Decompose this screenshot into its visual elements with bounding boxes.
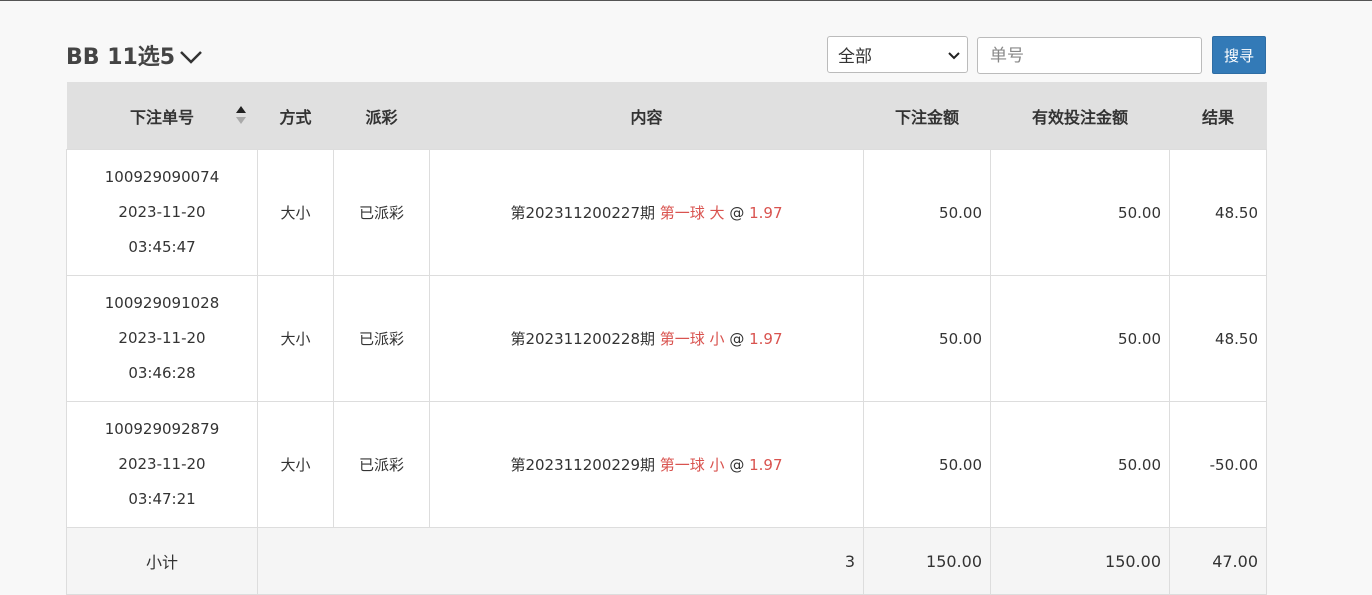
order-number: 100929091028 bbox=[104, 294, 220, 312]
selection-text: 第一球 小 bbox=[659, 456, 725, 474]
bet-amount-cell: 50.00 bbox=[863, 275, 991, 402]
subtotal-count: 3 bbox=[257, 527, 864, 595]
column-header-order-no[interactable]: 下注单号 bbox=[66, 82, 258, 150]
period-text: 第202311200228期 bbox=[510, 330, 655, 348]
content-cell: 第202311200229期 第一球 小 @ 1.97 bbox=[429, 401, 864, 528]
bet-amount-cell: 50.00 bbox=[863, 149, 991, 276]
column-header-bet-amount: 下注金额 bbox=[863, 82, 991, 150]
payout-cell: 已派彩 bbox=[333, 401, 430, 528]
subtotal-result: 47.00 bbox=[1169, 527, 1267, 595]
order-number: 100929090074 bbox=[104, 168, 220, 186]
table-row: 100929091028 2023-11-20 03:46:28 大小 已派彩 … bbox=[66, 275, 1267, 402]
column-header-content: 内容 bbox=[429, 82, 864, 150]
order-time: 03:45:47 bbox=[128, 238, 196, 256]
top-border bbox=[0, 0, 1372, 1]
order-time: 03:47:21 bbox=[128, 490, 196, 508]
result-cell: 48.50 bbox=[1169, 275, 1267, 402]
valid-bet-cell: 50.00 bbox=[990, 275, 1170, 402]
result-cell: 48.50 bbox=[1169, 149, 1267, 276]
chevron-down-icon bbox=[180, 51, 203, 64]
column-header-result: 结果 bbox=[1169, 82, 1267, 150]
subtotal-bet: 150.00 bbox=[863, 527, 991, 595]
payout-cell: 已派彩 bbox=[333, 149, 430, 276]
valid-bet-cell: 50.00 bbox=[990, 401, 1170, 528]
table-row: 100929090074 2023-11-20 03:45:47 大小 已派彩 … bbox=[66, 149, 1267, 276]
chevron-down-icon bbox=[948, 52, 960, 60]
status-filter-select[interactable]: 全部 bbox=[827, 36, 968, 73]
order-time: 03:46:28 bbox=[128, 364, 196, 382]
result-cell: -50.00 bbox=[1169, 401, 1267, 528]
payout-cell: 已派彩 bbox=[333, 275, 430, 402]
content-cell: 第202311200227期 第一球 大 @ 1.97 bbox=[429, 149, 864, 276]
valid-bet-cell: 50.00 bbox=[990, 149, 1170, 276]
search-button[interactable]: 搜寻 bbox=[1212, 36, 1266, 74]
odds-text: 1.97 bbox=[749, 204, 783, 222]
bet-amount-cell: 50.00 bbox=[863, 401, 991, 528]
sort-icon[interactable] bbox=[235, 106, 246, 126]
column-header-valid-bet: 有效投注金额 bbox=[990, 82, 1170, 150]
table-row: 100929092879 2023-11-20 03:47:21 大小 已派彩 … bbox=[66, 401, 1267, 528]
order-number: 100929092879 bbox=[104, 420, 220, 438]
selection-text: 第一球 大 bbox=[659, 204, 725, 222]
table-header-row: 下注单号 方式 派彩 内容 下注金额 有效投注金额 结果 bbox=[66, 82, 1267, 150]
period-text: 第202311200227期 bbox=[510, 204, 655, 222]
method-cell: 大小 bbox=[257, 149, 334, 276]
game-selector[interactable]: BB 11选5 bbox=[66, 40, 203, 70]
subtotal-valid-bet: 150.00 bbox=[990, 527, 1170, 595]
order-cell: 100929090074 2023-11-20 03:45:47 bbox=[66, 149, 258, 276]
bet-records-table: 下注单号 方式 派彩 内容 下注金额 有效投注金额 结果 10092909007… bbox=[66, 82, 1267, 595]
order-cell: 100929091028 2023-11-20 03:46:28 bbox=[66, 275, 258, 402]
status-filter-value: 全部 bbox=[838, 47, 872, 67]
period-text: 第202311200229期 bbox=[510, 456, 655, 474]
subtotal-label: 小计 bbox=[66, 527, 258, 595]
order-date: 2023-11-20 bbox=[118, 329, 206, 347]
order-number-input[interactable] bbox=[977, 37, 1202, 74]
column-header-method: 方式 bbox=[257, 82, 334, 150]
subtotal-row: 小计 3 150.00 150.00 47.00 bbox=[66, 527, 1267, 595]
order-cell: 100929092879 2023-11-20 03:47:21 bbox=[66, 401, 258, 528]
odds-text: 1.97 bbox=[749, 456, 783, 474]
column-header-payout: 派彩 bbox=[333, 82, 430, 150]
content-cell: 第202311200228期 第一球 小 @ 1.97 bbox=[429, 275, 864, 402]
method-cell: 大小 bbox=[257, 275, 334, 402]
order-date: 2023-11-20 bbox=[118, 455, 206, 473]
selection-text: 第一球 小 bbox=[659, 330, 725, 348]
method-cell: 大小 bbox=[257, 401, 334, 528]
at-symbol: @ bbox=[729, 204, 745, 222]
at-symbol: @ bbox=[729, 330, 745, 348]
order-date: 2023-11-20 bbox=[118, 203, 206, 221]
at-symbol: @ bbox=[729, 456, 745, 474]
page-title: BB 11选5 bbox=[66, 45, 176, 70]
odds-text: 1.97 bbox=[749, 330, 783, 348]
